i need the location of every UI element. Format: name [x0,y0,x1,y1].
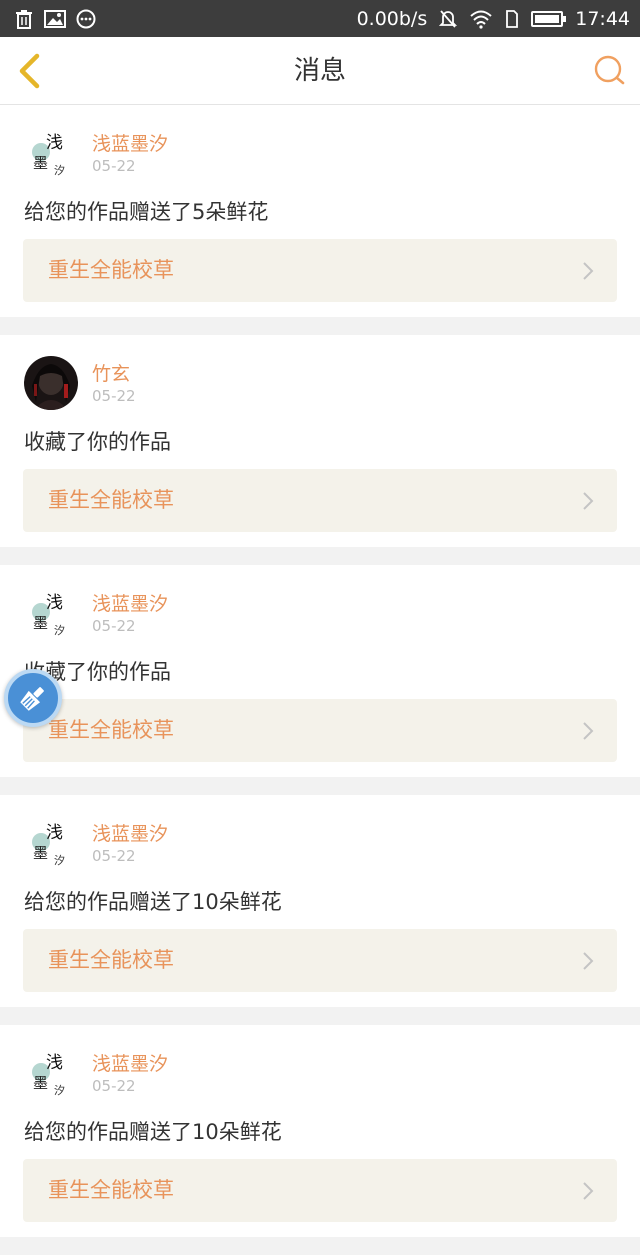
trash-icon [16,9,32,29]
sim-icon [506,9,519,28]
work-title: 重生全能校草 [48,258,174,282]
username[interactable]: 竹玄 [92,359,130,386]
wifi-icon [470,10,492,29]
avatar[interactable]: 浅墨汐 [24,816,78,870]
chevron-right-icon [583,952,594,970]
ink-calligraphy-avatar-image: 浅墨汐 [24,586,78,640]
svg-text:墨: 墨 [33,154,48,172]
username[interactable]: 浅蓝墨汐 [92,819,168,846]
avatar[interactable]: 浅墨汐 [24,1046,78,1100]
work-title: 重生全能校草 [48,948,174,972]
header: 消息 [0,37,640,105]
username[interactable]: 浅蓝墨汐 [92,589,168,616]
svg-text:汐: 汐 [54,623,65,637]
svg-text:浅: 浅 [46,133,63,153]
status-bar: 0.00b/s 17:44 [0,0,640,37]
svg-text:汐: 汐 [54,1083,65,1097]
username[interactable]: 浅蓝墨汐 [92,1049,168,1076]
chevron-right-icon [583,492,594,510]
mute-icon [439,9,458,28]
username[interactable]: 浅蓝墨汐 [92,129,168,156]
message-text: 给您的作品赠送了5朵鲜花 [24,200,269,224]
svg-text:浅: 浅 [46,593,63,613]
avatar[interactable] [24,356,78,410]
status-bar-left [14,9,96,29]
more-circle-icon [76,9,96,28]
status-bar-right: 0.00b/s 17:44 [357,8,630,30]
broom-icon [20,687,44,711]
work-title: 重生全能校草 [48,488,174,512]
chevron-right-icon [583,262,594,280]
ink-calligraphy-avatar-image: 浅墨汐 [24,816,78,870]
svg-text:墨: 墨 [33,614,48,632]
message-date: 05-22 [92,617,136,635]
svg-text:浅: 浅 [46,823,63,843]
message-date: 05-22 [92,847,136,865]
search-button[interactable] [592,53,628,89]
work-link[interactable]: 重生全能校草 [23,1159,617,1222]
svg-text:墨: 墨 [33,844,48,862]
message-card: 浅墨汐 浅蓝墨汐 05-22 给您的作品赠送了10朵鲜花 重生全能校草 [0,795,640,1007]
ink-calligraphy-avatar-image: 浅墨汐 [24,1046,78,1100]
chevron-right-icon [583,1182,594,1200]
work-link[interactable]: 重生全能校草 [23,929,617,992]
message-text: 给您的作品赠送了10朵鲜花 [24,1120,282,1144]
svg-text:墨: 墨 [33,1074,48,1092]
message-card: 浅墨汐 浅蓝墨汐 05-22 给您的作品赠送了5朵鲜花 重生全能校草 [0,105,640,317]
search-icon [594,55,625,85]
message-date: 05-22 [92,387,136,405]
svg-text:汐: 汐 [54,853,65,867]
message-date: 05-22 [92,157,136,175]
avatar[interactable]: 浅墨汐 [24,126,78,180]
message-list: 浅墨汐 浅蓝墨汐 05-22 给您的作品赠送了5朵鲜花 重生全能校草 竹玄 05… [0,105,640,1255]
message-date: 05-22 [92,1077,136,1095]
message-text: 收藏了你的作品 [24,430,171,454]
message-text: 给您的作品赠送了10朵鲜花 [24,890,282,914]
avatar[interactable]: 浅墨汐 [24,586,78,640]
svg-text:汐: 汐 [54,163,65,177]
dark-portrait-avatar-image [24,356,78,410]
message-card: 浅墨汐 浅蓝墨汐 05-22 给您的作品赠送了10朵鲜花 重生全能校草 [0,1025,640,1237]
clock: 17:44 [575,7,630,30]
svg-text:浅: 浅 [46,1053,63,1073]
message-card: 竹玄 05-22 收藏了你的作品 重生全能校草 [0,335,640,547]
ink-calligraphy-avatar-image: 浅墨汐 [24,126,78,180]
work-link[interactable]: 重生全能校草 [23,239,617,302]
image-icon [44,9,66,28]
work-title: 重生全能校草 [48,718,174,742]
network-speed: 0.00b/s [356,7,428,30]
floating-clean-button[interactable] [4,669,62,727]
work-link[interactable]: 重生全能校草 [23,699,617,762]
chevron-right-icon [583,722,594,740]
work-title: 重生全能校草 [48,1178,174,1202]
work-link[interactable]: 重生全能校草 [23,469,617,532]
message-card: 浅墨汐 浅蓝墨汐 05-22 收藏了你的作品 重生全能校草 [0,565,640,777]
page-title: 消息 [293,56,346,86]
battery-icon [531,10,567,27]
